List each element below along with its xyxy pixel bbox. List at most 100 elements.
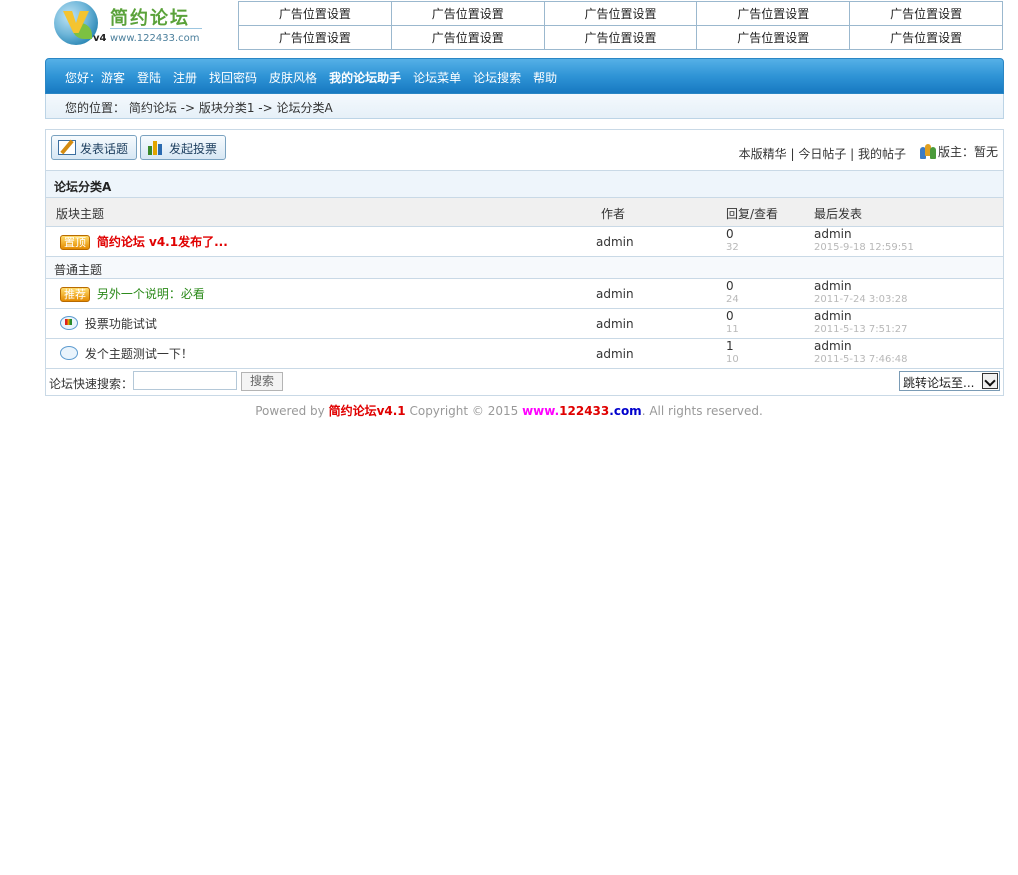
- pinned-badge-icon: 置顶: [60, 235, 90, 250]
- ad-slot[interactable]: 广告位置设置: [390, 1, 545, 26]
- ad-grid: 广告位置设置 广告位置设置 广告位置设置 广告位置设置 广告位置设置 广告位置设…: [238, 1, 1003, 50]
- footer-url-tld[interactable]: .com: [609, 404, 641, 418]
- main-nav: 您好：游客 登陆 注册 找回密码 皮肤风格 我的论坛助手 论坛菜单 论坛搜索 帮…: [45, 58, 1004, 94]
- recommend-badge-icon: 推荐: [60, 287, 90, 302]
- table-row: 发个主题测试一下！ admin 1 10 admin 2011-5-13 7:4…: [46, 339, 1003, 369]
- nav-skin-style[interactable]: 皮肤风格: [269, 69, 317, 86]
- last-post-user[interactable]: admin: [814, 339, 852, 353]
- topic-author[interactable]: admin: [596, 317, 634, 331]
- last-post-user[interactable]: admin: [814, 279, 852, 293]
- nav-forum-search[interactable]: 论坛搜索: [473, 69, 521, 86]
- last-post: admin 2015-9-18 12:59:51: [814, 227, 914, 255]
- speech-bubble-icon: [60, 346, 78, 360]
- new-topic-label: 发表话题: [80, 142, 129, 156]
- col-author: 作者: [601, 207, 626, 221]
- col-replies-views: 回复/查看: [726, 207, 779, 221]
- moderator-label: 版主：暂无: [937, 145, 998, 159]
- edit-icon: [58, 140, 76, 155]
- users-icon: [919, 144, 936, 159]
- ad-slot[interactable]: 广告位置设置: [849, 1, 1003, 26]
- last-post-time: 2011-5-13 7:46:48: [814, 354, 908, 365]
- view-count: 32: [726, 242, 739, 253]
- topic-link[interactable]: 投票功能试试: [85, 317, 157, 331]
- footer-copyright: Copyright © 2015: [405, 404, 523, 418]
- footer-brand-link[interactable]: 简约论坛v4.1: [329, 404, 406, 418]
- new-topic-button[interactable]: 发表话题: [51, 135, 137, 160]
- topic-link[interactable]: 简约论坛 v4.1发布了...: [97, 235, 228, 249]
- reply-stats: 0 32: [726, 227, 739, 255]
- nav-forum-menu[interactable]: 论坛菜单: [413, 69, 461, 86]
- logo-divider: [110, 28, 202, 29]
- reply-count: 0: [726, 279, 734, 293]
- table-header: 版块主题 作者 回复/查看 最后发表: [46, 198, 1003, 227]
- table-row: 投票功能试试 admin 0 11 admin 2011-5-13 7:51:2…: [46, 309, 1003, 339]
- nav-login[interactable]: 登陆: [137, 69, 161, 86]
- moderator-info: 版主：暂无: [919, 143, 998, 160]
- last-post-user[interactable]: admin: [814, 309, 852, 323]
- footer-rights: . All rights reserved.: [641, 404, 763, 418]
- chevron-down-icon[interactable]: [982, 373, 998, 389]
- quick-search-label: 论坛快速搜索：: [49, 377, 134, 391]
- reply-count: 0: [726, 309, 734, 323]
- ad-slot[interactable]: 广告位置设置: [543, 1, 698, 26]
- ad-slot[interactable]: 广告位置设置: [696, 1, 851, 26]
- search-input[interactable]: [133, 371, 237, 390]
- quick-search-bar: 论坛快速搜索： 搜索 跳转论坛至...: [46, 368, 1003, 395]
- last-post-time: 2011-7-24 3:03:28: [814, 294, 908, 305]
- new-poll-button[interactable]: 发起投票: [140, 135, 226, 160]
- forum-panel: 发表话题 发起投票 本版精华 | 今日帖子 | 我的帖子 版主：暂无 论坛分类A…: [45, 129, 1004, 396]
- last-post: admin 2011-5-13 7:46:48: [814, 339, 907, 367]
- footer-url-www[interactable]: www.: [522, 404, 559, 418]
- topic-author[interactable]: admin: [596, 287, 634, 301]
- bar-chart-icon: [147, 140, 165, 155]
- last-post-time: 2011-5-13 7:51:27: [814, 324, 908, 335]
- nav-my-assistant[interactable]: 我的论坛助手: [329, 69, 401, 86]
- col-last-post: 最后发表: [814, 207, 863, 221]
- reply-stats: 0 24: [726, 279, 739, 307]
- ad-slot[interactable]: 广告位置设置: [696, 25, 851, 50]
- logo-title: 简约论坛: [110, 8, 190, 29]
- ad-slot[interactable]: 广告位置设置: [390, 25, 545, 50]
- forum-title: 论坛分类A: [46, 170, 1003, 198]
- logo-emblem-icon: [54, 1, 98, 45]
- view-count: 10: [726, 354, 739, 365]
- footer-url-domain[interactable]: 122433: [559, 404, 609, 418]
- table-row: 推荐 另外一个说明：必看 admin 0 24 admin 2011-7-24 …: [46, 279, 1003, 309]
- forum-jump-value: 跳转论坛至...: [903, 376, 975, 390]
- last-post: admin 2011-7-24 3:03:28: [814, 279, 907, 307]
- topic-author[interactable]: admin: [596, 235, 634, 249]
- view-count: 11: [726, 324, 739, 335]
- topic-author[interactable]: admin: [596, 347, 634, 361]
- view-count: 24: [726, 294, 739, 305]
- footer-powered: Powered by: [255, 404, 329, 418]
- reply-stats: 0 11: [726, 309, 739, 337]
- nav-help[interactable]: 帮助: [533, 69, 557, 86]
- new-poll-label: 发起投票: [169, 142, 218, 156]
- forum-quick-links[interactable]: 本版精华 | 今日帖子 | 我的帖子: [739, 145, 906, 162]
- ad-slot[interactable]: 广告位置设置: [238, 25, 392, 50]
- reply-count: 1: [726, 339, 734, 353]
- search-button[interactable]: 搜索: [241, 372, 283, 391]
- greeting-text: 您好：游客: [65, 71, 126, 85]
- ad-slot[interactable]: 广告位置设置: [543, 25, 698, 50]
- forum-jump-select[interactable]: 跳转论坛至...: [899, 371, 1000, 391]
- section-label-common: 普通主题: [46, 257, 1003, 279]
- logo-version: v4: [93, 33, 107, 44]
- ad-slot[interactable]: 广告位置设置: [238, 1, 392, 26]
- last-post-time: 2015-9-18 12:59:51: [814, 242, 914, 253]
- last-post-user[interactable]: admin: [814, 227, 852, 241]
- footer: Powered by 简约论坛v4.1 Copyright © 2015 www…: [0, 402, 1018, 419]
- reply-stats: 1 10: [726, 339, 739, 367]
- site-logo[interactable]: 简约论坛 v4 www.122433.com: [52, 0, 222, 50]
- poll-topic-icon: [60, 316, 78, 330]
- table-row: 置顶 简约论坛 v4.1发布了... admin 0 32 admin 2015…: [46, 227, 1003, 257]
- topic-link[interactable]: 另外一个说明：必看: [97, 287, 205, 301]
- nav-recover-password[interactable]: 找回密码: [209, 69, 257, 86]
- reply-count: 0: [726, 227, 734, 241]
- logo-url: www.122433.com: [110, 33, 200, 44]
- nav-register[interactable]: 注册: [173, 69, 197, 86]
- col-topic: 版块主题: [56, 207, 105, 221]
- breadcrumb: 您的位置： 简约论坛 -> 版块分类1 -> 论坛分类A: [45, 94, 1004, 119]
- topic-link[interactable]: 发个主题测试一下！: [85, 347, 193, 361]
- ad-slot[interactable]: 广告位置设置: [849, 25, 1003, 50]
